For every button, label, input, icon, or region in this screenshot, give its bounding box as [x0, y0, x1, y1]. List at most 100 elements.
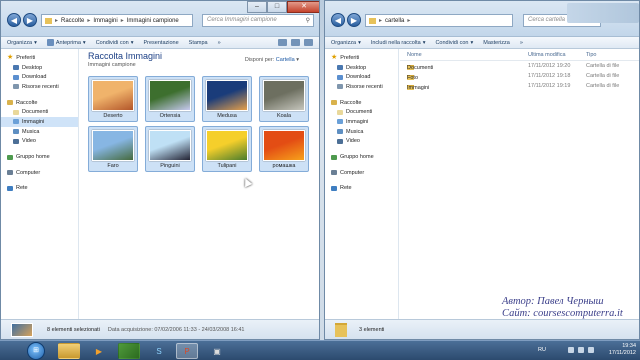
folder-icon [369, 17, 376, 24]
share-button[interactable]: Condividi con ▾ [96, 40, 134, 46]
download-icon [13, 74, 19, 80]
thumbnail-image [149, 130, 191, 161]
thumbnail-item[interactable]: Medusa [202, 76, 252, 122]
back-button-right[interactable]: ◀ [331, 13, 345, 27]
nav-homegroup-right[interactable]: Gruppo home [325, 152, 398, 162]
nav-libraries-right[interactable]: Raccolte [325, 98, 398, 108]
nav-computer-right[interactable]: Computer [325, 168, 398, 178]
library-subtitle[interactable]: Immagini campione [88, 62, 136, 68]
organize-button-right[interactable]: Organizza ▾ [331, 40, 361, 46]
view-options-icon[interactable] [278, 39, 287, 46]
thumbnail-item[interactable]: Koala [259, 76, 309, 122]
nav-homegroup[interactable]: Gruppo home [1, 152, 78, 162]
column-modified[interactable]: Ultima modifica [528, 52, 566, 58]
thumbnail-image [92, 80, 134, 111]
nav-video[interactable]: Video [1, 137, 78, 147]
burn-button[interactable]: Masterizza [483, 40, 510, 46]
library-title: Raccolta Immagini [88, 51, 163, 61]
nav-computer[interactable]: Computer [1, 168, 78, 178]
preview-pane-icon[interactable] [291, 39, 300, 46]
preview-button[interactable]: Anteprima ▾ [46, 39, 86, 46]
nav-images-right[interactable]: Immagini [325, 117, 398, 127]
share-button-right[interactable]: Condividi con ▾ [435, 40, 473, 46]
breadcrumb-raccolte[interactable]: Raccolte [61, 18, 84, 24]
slideshow-button[interactable]: Presentazione [143, 40, 178, 46]
nav-images[interactable]: Immagini [1, 117, 78, 127]
organize-button[interactable]: Organizza ▾ [7, 40, 37, 46]
thumbnail-item[interactable]: Faro [88, 126, 138, 172]
network-icon[interactable] [578, 347, 584, 353]
back-button[interactable]: ◀ [7, 13, 21, 27]
minimize-button[interactable]: – [247, 1, 267, 13]
forward-button-right[interactable]: ▶ [347, 13, 361, 27]
title-bar[interactable]: ◀ ▶ ▸ Raccolte ▸ Immagini ▸ Immagini cam… [1, 1, 319, 37]
documents-icon [13, 109, 19, 115]
nav-network-right[interactable]: Rete [325, 184, 398, 194]
close-button[interactable]: ✕ [287, 1, 319, 13]
nav-desktop[interactable]: Desktop [1, 63, 78, 73]
screen-recorder-taskbar-icon[interactable]: ▣ [206, 343, 228, 359]
download-icon [337, 74, 343, 80]
arrange-by[interactable]: Disponi per: Cartella ▾ [245, 57, 299, 63]
column-type[interactable]: Tipo [586, 52, 597, 58]
more-button-right[interactable]: » [520, 40, 523, 46]
include-library-button[interactable]: Includi nella raccolta ▾ [371, 40, 426, 46]
nav-music[interactable]: Musica [1, 127, 78, 137]
search-input[interactable]: Cerca Immagini campione ⚲ [202, 14, 314, 27]
nav-download[interactable]: Download [1, 72, 78, 82]
folder-icon [45, 17, 52, 24]
explorer-window-images[interactable]: ◀ ▶ ▸ Raccolte ▸ Immagini ▸ Immagini cam… [0, 0, 320, 340]
nav-recent-right[interactable]: Risorse recenti [325, 82, 398, 92]
file-row[interactable]: Immagini 17/11/2012 19:19 Cartella di fi… [400, 81, 639, 91]
clock[interactable]: 19:34 17/11/2012 [609, 343, 636, 357]
start-button[interactable]: ⊞ [27, 342, 45, 360]
nav-network[interactable]: Rete [1, 184, 78, 194]
library-icon [7, 100, 13, 106]
volume-icon[interactable] [588, 347, 594, 353]
paint-taskbar-icon[interactable] [118, 343, 140, 359]
nav-music-right[interactable]: Musica [325, 127, 398, 137]
thumbnail-item[interactable]: Pinguini [145, 126, 195, 172]
nav-video-right[interactable]: Video [325, 137, 398, 147]
skype-taskbar-icon[interactable]: S [148, 343, 170, 359]
thumbnail-image [263, 80, 305, 111]
nav-recent[interactable]: Risorse recenti [1, 82, 78, 92]
thumbnail-item[interactable]: Ortensia [145, 76, 195, 122]
breadcrumb-immagini-campione[interactable]: Immagini campione [127, 18, 179, 24]
nav-favorites-right[interactable]: ★ Preferiti [325, 53, 398, 63]
language-indicator[interactable]: RU [538, 347, 546, 353]
nav-desktop-right[interactable]: Desktop [325, 63, 398, 73]
forward-button[interactable]: ▶ [23, 13, 37, 27]
maximize-button[interactable]: □ [267, 1, 287, 13]
breadcrumb-cartella[interactable]: cartella [385, 18, 404, 24]
file-row[interactable]: Documenti 17/11/2012 19:20 Cartella di f… [400, 61, 639, 71]
thumbnail-item[interactable]: Tulipani [202, 126, 252, 172]
powerpoint-taskbar-icon[interactable]: P [176, 343, 198, 359]
media-player-taskbar-icon[interactable]: ▶ [88, 343, 110, 359]
nav-documents[interactable]: Documenti [1, 107, 78, 117]
nav-favorites[interactable]: ★ Preferiti [1, 53, 78, 63]
explorer-taskbar-icon[interactable] [58, 343, 80, 359]
nav-documents-right[interactable]: Documenti [325, 107, 398, 117]
explorer-window-folder[interactable]: ◀ ▶ ▸ cartella ▸ Cerca cartella ⚲ Organi… [324, 0, 640, 340]
address-bar-right[interactable]: ▸ cartella ▸ [365, 14, 513, 27]
arrow-up-icon[interactable] [568, 347, 574, 353]
status-folder-icon [335, 322, 347, 337]
network-icon [7, 185, 13, 191]
thumbnail-item[interactable]: Deserto [88, 76, 138, 122]
nav-libraries[interactable]: Raccolte [1, 98, 78, 108]
address-bar[interactable]: ▸ Raccolte ▸ Immagini ▸ Immagini campion… [41, 14, 193, 27]
more-button[interactable]: » [218, 40, 221, 46]
system-tray [568, 347, 594, 353]
thumbnail-item[interactable]: ромашка [259, 126, 309, 172]
file-row[interactable]: Foto 17/11/2012 19:18 Cartella di file [400, 71, 639, 81]
library-icon [331, 100, 337, 106]
print-button[interactable]: Stampa [189, 40, 208, 46]
breadcrumb-immagini[interactable]: Immagini [93, 18, 117, 24]
help-icon[interactable] [304, 39, 313, 46]
details-pane: 8 elementi selezionati Data acquisizione… [1, 319, 319, 339]
recent-icon [13, 84, 19, 90]
column-name[interactable]: Nome [407, 52, 422, 58]
title-bar-right[interactable]: ◀ ▶ ▸ cartella ▸ Cerca cartella ⚲ [325, 1, 639, 37]
nav-download-right[interactable]: Download [325, 72, 398, 82]
